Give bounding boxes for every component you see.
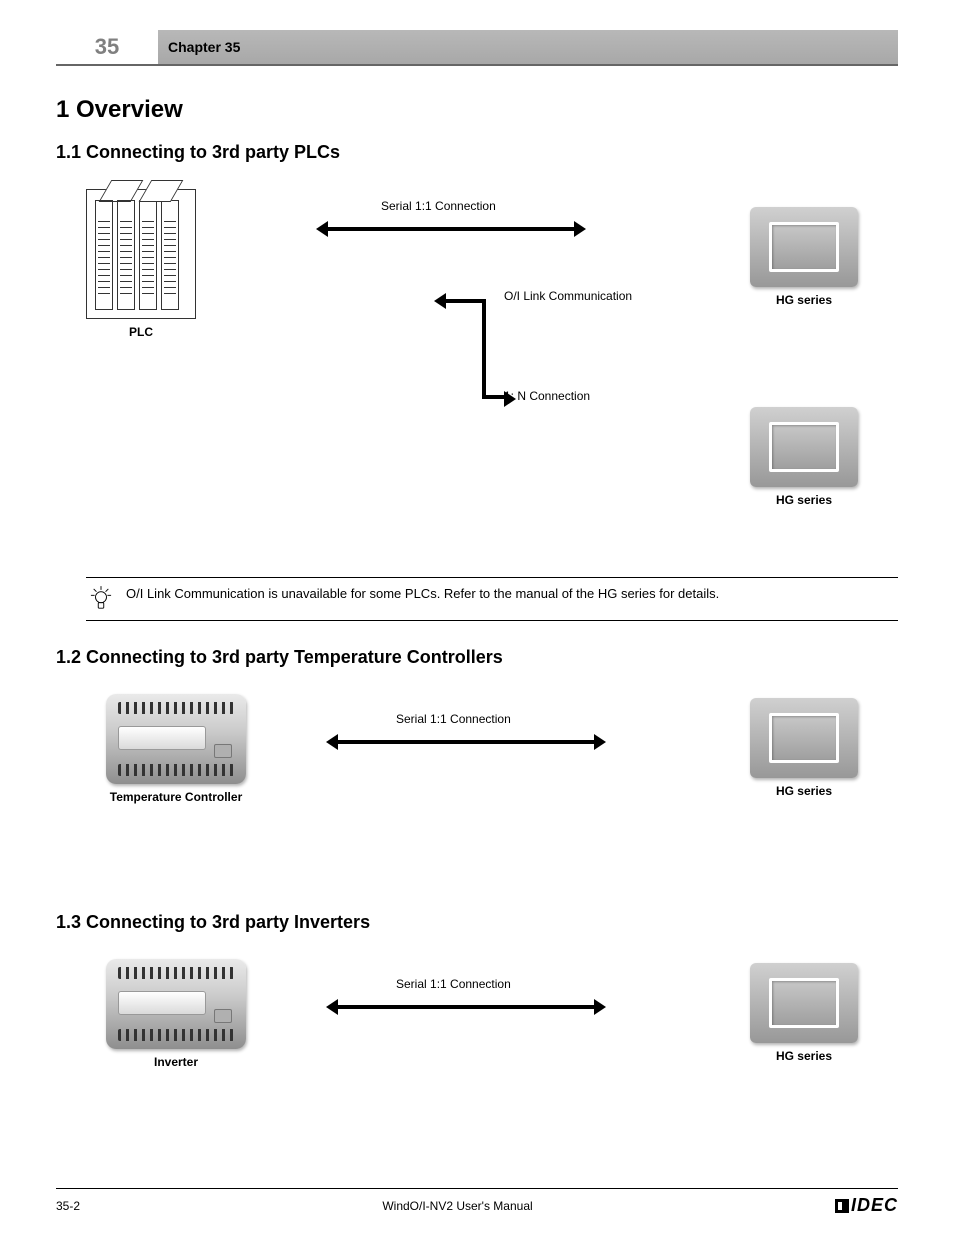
note-block: O/I Link Communication is unavailable fo… bbox=[86, 577, 898, 621]
plc-block: PLC bbox=[86, 189, 196, 339]
note-text: O/I Link Communication is unavailable fo… bbox=[126, 586, 719, 601]
hg-device-illustration bbox=[750, 207, 858, 287]
chapter-title-box: Chapter 35 bbox=[158, 30, 898, 66]
diagram-plc-connection: PLC Serial 1:1 Connection O/I Link Commu… bbox=[86, 189, 898, 559]
plc-illustration bbox=[86, 189, 196, 319]
hg-label-4: HG series bbox=[750, 1049, 858, 1063]
chapter-number-box: 35 bbox=[56, 30, 158, 66]
hg-block-1: HG series bbox=[750, 207, 858, 307]
hg-label-1: HG series bbox=[750, 293, 858, 307]
hg-label-2: HG series bbox=[750, 493, 858, 507]
section-title: 1 Overview bbox=[56, 96, 898, 124]
hg-device-illustration bbox=[750, 698, 858, 778]
hg-device-illustration bbox=[750, 963, 858, 1043]
inverter-block: Inverter bbox=[106, 959, 246, 1069]
double-arrow-icon bbox=[336, 740, 596, 744]
subsection-title-3: 1.3 Connecting to 3rd party Inverters bbox=[56, 912, 898, 933]
hg-device-illustration bbox=[750, 407, 858, 487]
controller-block: Temperature Controller bbox=[106, 694, 246, 804]
connection-label-2: Serial 1:1 Connection bbox=[396, 712, 511, 726]
branch-label-2: 1: N Connection bbox=[504, 389, 590, 403]
hg-block-2: HG series bbox=[750, 407, 858, 507]
hg-block-3: HG series bbox=[750, 698, 858, 798]
connection-label: Serial 1:1 Connection bbox=[381, 199, 496, 213]
double-arrow-icon bbox=[336, 1005, 596, 1009]
lightbulb-icon bbox=[90, 586, 112, 612]
hg-block-4: HG series bbox=[750, 963, 858, 1063]
controller-label: Temperature Controller bbox=[106, 790, 246, 804]
diagram-inverter: Inverter Serial 1:1 Connection HG series bbox=[86, 959, 898, 1139]
inverter-label: Inverter bbox=[106, 1055, 246, 1069]
subsection-title-2: 1.2 Connecting to 3rd party Temperature … bbox=[56, 647, 898, 668]
inverter-illustration bbox=[106, 959, 246, 1049]
subsection-title-1: 1.1 Connecting to 3rd party PLCs bbox=[56, 142, 898, 163]
diagram-temp-controller: Temperature Controller Serial 1:1 Connec… bbox=[86, 694, 898, 894]
plc-label: PLC bbox=[86, 325, 196, 339]
connection-label-3: Serial 1:1 Connection bbox=[396, 977, 511, 991]
double-arrow-icon bbox=[326, 227, 576, 231]
controller-illustration bbox=[106, 694, 246, 784]
page-footer: 35-2 WindO/I-NV2 User's Manual IDEC bbox=[56, 1188, 898, 1216]
page-header: 35 Chapter 35 bbox=[56, 30, 898, 66]
branch-label-1: O/I Link Communication bbox=[504, 289, 632, 303]
hg-label-3: HG series bbox=[750, 784, 858, 798]
